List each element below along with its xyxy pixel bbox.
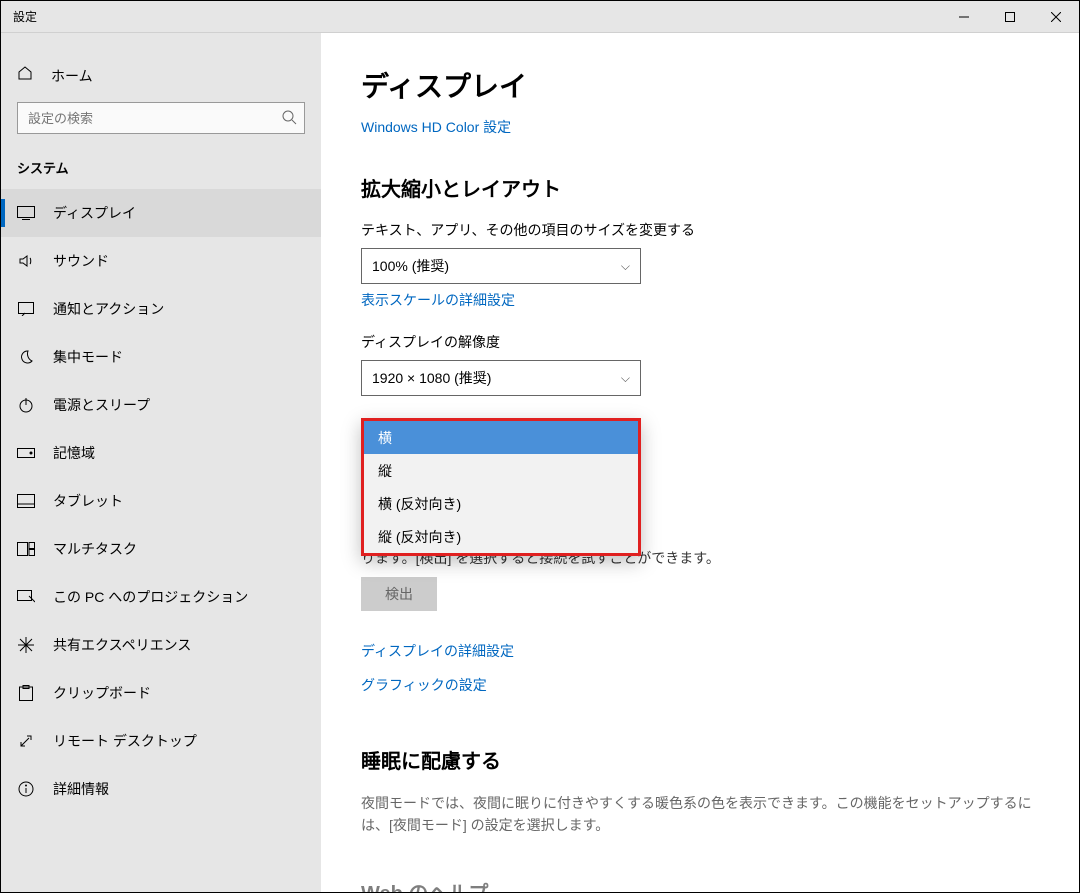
home-icon (17, 65, 35, 86)
search-icon (281, 109, 297, 130)
info-icon (17, 780, 35, 798)
scale-value: 100% (推奨) (372, 256, 449, 276)
orientation-option-portrait[interactable]: 縦 (364, 454, 638, 487)
home-label: ホーム (51, 66, 93, 86)
projection-icon (17, 588, 35, 606)
nav-clipboard[interactable]: クリップボード (1, 669, 321, 717)
maximize-button[interactable] (987, 1, 1033, 33)
detect-button[interactable]: 検出 (361, 577, 437, 611)
nav-notifications[interactable]: 通知とアクション (1, 285, 321, 333)
nav-multitask[interactable]: マルチタスク (1, 525, 321, 573)
sound-icon (17, 252, 35, 270)
resolution-label: ディスプレイの解像度 (361, 332, 1039, 352)
orientation-option-landscape[interactable]: 横 (364, 421, 638, 454)
nav-sound[interactable]: サウンド (1, 237, 321, 285)
storage-icon (17, 444, 35, 462)
resolution-value: 1920 × 1080 (推奨) (372, 368, 491, 388)
webhelp-heading: Web のヘルプ (361, 877, 1039, 892)
sleep-heading: 睡眠に配慮する (361, 745, 1039, 774)
nav-storage[interactable]: 記憶域 (1, 429, 321, 477)
nav-projection[interactable]: この PC へのプロジェクション (1, 573, 321, 621)
sleep-description: 夜間モードでは、夜間に眠りに付きやすくする暖色系の色を表示できます。この機能をセ… (361, 792, 1039, 837)
display-icon (17, 204, 35, 222)
graphics-link[interactable]: グラフィックの設定 (361, 675, 1039, 695)
chevron-down-icon: ⌵ (621, 259, 630, 274)
remote-icon (17, 732, 35, 750)
power-icon (17, 396, 35, 414)
nav-tablet[interactable]: タブレット (1, 477, 321, 525)
close-button[interactable] (1033, 1, 1079, 33)
orientation-option-portrait-flipped[interactable]: 縦 (反対向き) (364, 520, 638, 553)
page-title: ディスプレイ (361, 65, 1039, 105)
advanced-display-link[interactable]: ディスプレイの詳細設定 (361, 641, 1039, 661)
chevron-down-icon: ⌵ (621, 371, 630, 386)
minimize-button[interactable] (941, 1, 987, 33)
scale-label: テキスト、アプリ、その他の項目のサイズを変更する (361, 220, 1039, 240)
titlebar: 設定 (1, 1, 1079, 33)
nav-focus[interactable]: 集中モード (1, 333, 321, 381)
home-link[interactable]: ホーム (1, 57, 321, 102)
multitask-icon (17, 540, 35, 558)
main-content: ディスプレイ Windows HD Color 設定 拡大縮小とレイアウト テキ… (321, 33, 1079, 892)
nav-power[interactable]: 電源とスリープ (1, 381, 321, 429)
window-title: 設定 (1, 8, 37, 25)
clipboard-icon (17, 684, 35, 702)
nav-about[interactable]: 詳細情報 (1, 765, 321, 813)
share-icon (17, 636, 35, 654)
scale-select[interactable]: 100% (推奨) ⌵ (361, 248, 641, 284)
notification-icon (17, 300, 35, 318)
sidebar: ホーム システム ディスプレイ サウンド 通知とアクション 集中モード 電源とス… (1, 33, 321, 892)
scale-advanced-link[interactable]: 表示スケールの詳細設定 (361, 290, 515, 310)
orientation-option-landscape-flipped[interactable]: 横 (反対向き) (364, 487, 638, 520)
nav-display[interactable]: ディスプレイ (1, 189, 321, 237)
scale-heading: 拡大縮小とレイアウト (361, 173, 1039, 202)
orientation-dropdown: 横 縦 横 (反対向き) 縦 (反対向き) (361, 418, 641, 556)
nav-shared[interactable]: 共有エクスペリエンス (1, 621, 321, 669)
hdcolor-link[interactable]: Windows HD Color 設定 (361, 117, 511, 137)
moon-icon (17, 348, 35, 366)
nav-remote[interactable]: リモート デスクトップ (1, 717, 321, 765)
resolution-select[interactable]: 1920 × 1080 (推奨) ⌵ (361, 360, 641, 396)
search-input[interactable] (17, 102, 305, 134)
tablet-icon (17, 492, 35, 510)
section-heading: システム (1, 158, 321, 189)
